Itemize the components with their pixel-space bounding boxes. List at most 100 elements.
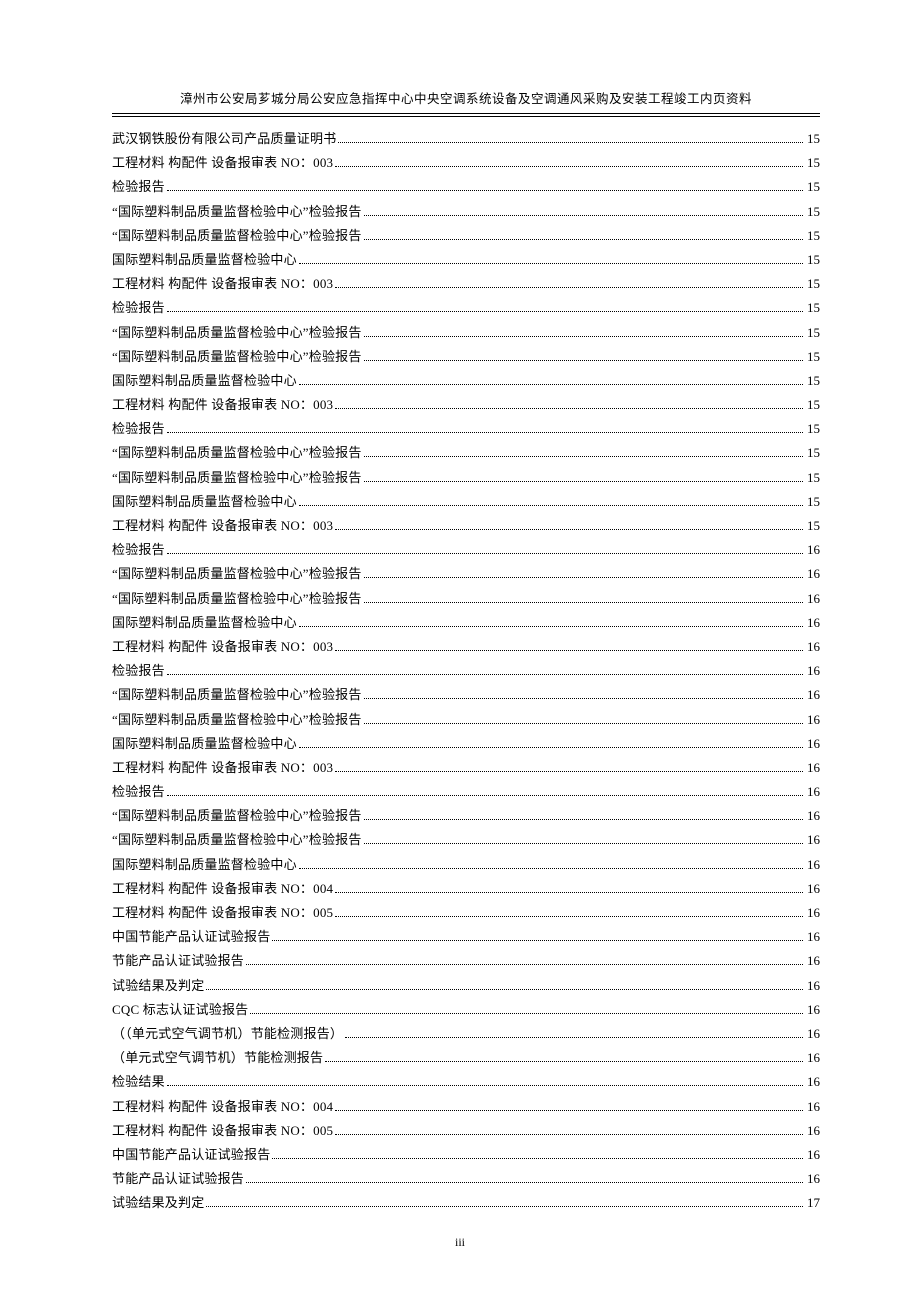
toc-entry-label: 试验结果及判定: [112, 979, 204, 992]
toc-leader: [364, 231, 803, 240]
toc-entry-label: “国际塑料制品质量监督检验中心”检验报告: [112, 833, 362, 846]
toc-row: “国际塑料制品质量监督检验中心”检验报告15: [112, 446, 820, 459]
toc-entry-page: 15: [807, 422, 820, 435]
toc-row: “国际塑料制品质量监督检验中心”检验报告16: [112, 809, 820, 822]
toc-row: 中国节能产品认证试验报告16: [112, 930, 820, 943]
toc-entry-page: 16: [807, 1027, 820, 1040]
toc-row: 工程材料 构配件 设备报审表 NO：00315: [112, 156, 820, 169]
toc-leader: [364, 328, 803, 337]
toc-entry-label: 国际塑料制品质量监督检验中心: [112, 858, 297, 871]
toc-row: 国际塑料制品质量监督检验中心15: [112, 374, 820, 387]
toc-entry-page: 16: [807, 833, 820, 846]
toc-row: 节能产品认证试验报告 16: [112, 1172, 820, 1185]
toc-entry-page: 15: [807, 446, 820, 459]
toc-entry-label: 检验报告: [112, 180, 165, 193]
toc-row: 检验报告 16: [112, 543, 820, 556]
toc-row: 国际塑料制品质量监督检验中心 16: [112, 858, 820, 871]
toc-row: “国际塑料制品质量监督检验中心”检验报告15: [112, 471, 820, 484]
toc-leader: [364, 352, 803, 361]
toc-entry-label: 工程材料 构配件 设备报审表 NO：003: [112, 519, 333, 532]
toc-entry-page: 16: [807, 1172, 820, 1185]
toc-leader: [167, 183, 803, 192]
table-of-contents: 武汉钢铁股份有限公司产品质量证明书15 工程材料 构配件 设备报审表 NO：003…: [112, 132, 820, 1209]
toc-row: 工程材料 构配件 设备报审表 NO：004 16: [112, 882, 820, 895]
toc-leader: [335, 279, 803, 288]
toc-leader: [167, 1078, 803, 1087]
toc-entry-page: 16: [807, 664, 820, 677]
toc-entry-label: 工程材料 构配件 设备报审表 NO：003: [112, 277, 333, 290]
toc-leader: [206, 1198, 803, 1207]
toc-row: 国际塑料制品质量监督检验中心16: [112, 737, 820, 750]
toc-leader: [250, 1005, 803, 1014]
toc-entry-page: 15: [807, 253, 820, 266]
toc-entry-label: 检验报告: [112, 422, 165, 435]
toc-entry-page: 16: [807, 567, 820, 580]
toc-row: （单元式空气调节机）节能检测报告16: [112, 1051, 820, 1064]
toc-entry-page: 16: [807, 954, 820, 967]
toc-entry-label: 中国节能产品认证试验报告: [112, 930, 270, 943]
toc-entry-label: “国际塑料制品质量监督检验中心”检验报告: [112, 205, 362, 218]
toc-leader: [299, 739, 803, 748]
toc-row: 工程材料 构配件 设备报审表 NO：003 16: [112, 640, 820, 653]
toc-row: 武汉钢铁股份有限公司产品质量证明书15: [112, 132, 820, 145]
header-divider: [112, 113, 820, 114]
toc-entry-label: 国际塑料制品质量监督检验中心: [112, 616, 297, 629]
toc-leader: [167, 787, 803, 796]
toc-leader: [299, 497, 803, 506]
toc-entry-page: 16: [807, 640, 820, 653]
toc-row: 国际塑料制品质量监督检验中心15: [112, 495, 820, 508]
toc-entry-page: 15: [807, 374, 820, 387]
toc-row: 检验报告15: [112, 301, 820, 314]
toc-entry-label: “国际塑料制品质量监督检验中心”检验报告: [112, 567, 362, 580]
toc-leader: [335, 884, 803, 893]
toc-leader: [299, 860, 803, 869]
toc-leader: [299, 376, 803, 385]
toc-leader: [167, 424, 803, 433]
toc-entry-page: 16: [807, 543, 820, 556]
toc-row: 检验结果16: [112, 1075, 820, 1088]
toc-row: “国际塑料制品质量监督检验中心”检验报告15: [112, 350, 820, 363]
toc-row: （（单元式空气调节机）节能检测报告）16: [112, 1027, 820, 1040]
toc-leader: [272, 1150, 803, 1159]
toc-row: “国际塑料制品质量监督检验中心”检验报告15: [112, 326, 820, 339]
toc-entry-label: 检验报告: [112, 664, 165, 677]
toc-row: CQC 标志认证试验报告16: [112, 1003, 820, 1016]
toc-row: 检验报告 15: [112, 422, 820, 435]
toc-leader: [335, 642, 803, 651]
toc-entry-page: 16: [807, 785, 820, 798]
toc-row: “国际塑料制品质量监督检验中心”检验报告15: [112, 229, 820, 242]
toc-row: “国际塑料制品质量监督检验中心”检验报告 16: [112, 833, 820, 846]
toc-leader: [335, 400, 803, 409]
toc-entry-label: 工程材料 构配件 设备报审表 NO：003: [112, 156, 333, 169]
toc-entry-page: 15: [807, 180, 820, 193]
toc-entry-label: 检验报告: [112, 301, 165, 314]
toc-entry-label: “国际塑料制品质量监督检验中心”检验报告: [112, 809, 362, 822]
toc-entry-label: 工程材料 构配件 设备报审表 NO：004: [112, 882, 333, 895]
toc-entry-page: 16: [807, 1075, 820, 1088]
toc-row: 国际塑料制品质量监督检验中心16: [112, 616, 820, 629]
toc-leader: [335, 1126, 803, 1135]
toc-entry-label: 节能产品认证试验报告: [112, 954, 244, 967]
toc-entry-page: 16: [807, 1148, 820, 1161]
toc-entry-label: 检验报告: [112, 543, 165, 556]
toc-entry-label: 工程材料 构配件 设备报审表 NO：003: [112, 640, 333, 653]
toc-entry-label: 节能产品认证试验报告: [112, 1172, 244, 1185]
toc-row: 中国节能产品认证试验报告 16: [112, 1148, 820, 1161]
toc-leader: [364, 207, 803, 216]
toc-leader: [246, 957, 803, 966]
toc-entry-label: 中国节能产品认证试验报告: [112, 1148, 270, 1161]
toc-entry-page: 15: [807, 398, 820, 411]
toc-entry-label: 试验结果及判定: [112, 1196, 204, 1209]
toc-entry-page: 16: [807, 592, 820, 605]
toc-entry-label: “国际塑料制品质量监督检验中心”检验报告: [112, 350, 362, 363]
toc-row: 检验报告 16: [112, 664, 820, 677]
toc-row: 工程材料 构配件 设备报审表 NO：00416: [112, 1100, 820, 1113]
toc-entry-page: 16: [807, 882, 820, 895]
toc-entry-page: 15: [807, 326, 820, 339]
toc-row: 试验结果及判定16: [112, 979, 820, 992]
toc-entry-label: 工程材料 构配件 设备报审表 NO：004: [112, 1100, 333, 1113]
toc-row: 节能产品认证试验报告 16: [112, 954, 820, 967]
toc-leader: [364, 473, 803, 482]
toc-entry-page: 16: [807, 906, 820, 919]
toc-entry-page: 16: [807, 858, 820, 871]
